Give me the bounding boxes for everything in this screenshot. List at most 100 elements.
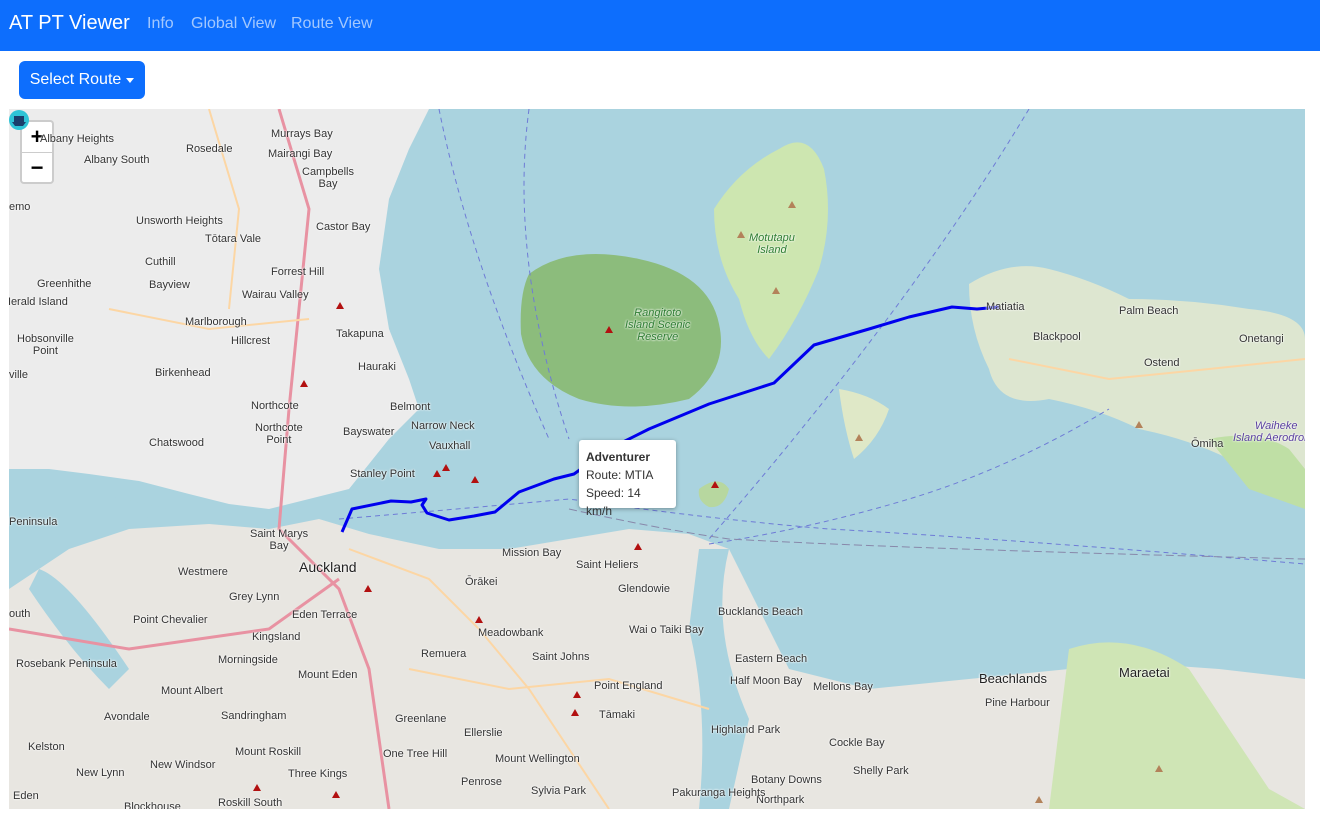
app-brand[interactable]: AT PT Viewer — [9, 12, 130, 35]
place-label: Avondale — [104, 711, 150, 723]
place-label: Murrays Bay — [271, 128, 333, 140]
place-label: Penrose — [461, 776, 502, 788]
place-label: Ōmiha — [1191, 438, 1224, 450]
place-label: Wairau Valley — [242, 289, 309, 301]
place-label: Tōtara Vale — [205, 233, 262, 245]
place-label: Forrest Hill — [271, 266, 325, 278]
place-label: Kelston — [28, 741, 65, 753]
place-label: Kingsland — [252, 631, 301, 643]
place-label: Birkenhead — [155, 367, 211, 379]
place-label: Glendowie — [618, 583, 670, 595]
nav-link-global-view[interactable]: Global View — [191, 15, 276, 33]
place-label: Rosebank Peninsula — [16, 658, 117, 670]
place-label: Narrow Neck — [411, 420, 475, 432]
place-label: Sandringham — [221, 710, 287, 722]
place-label: Botany Downs — [751, 774, 822, 786]
place-label: outh — [9, 608, 31, 620]
place-label: Mount Roskill — [235, 746, 302, 758]
place-label: Herald Island — [9, 296, 68, 308]
place-label: Blockhouse — [124, 801, 181, 809]
top-navbar: AT PT Viewer Info Global View Route View — [0, 0, 1320, 51]
place-label: New Lynn — [76, 767, 125, 779]
place-label: Mount Wellington — [495, 753, 580, 765]
place-label: Saint Heliers — [576, 559, 639, 571]
place-label: Bayswater — [343, 426, 395, 438]
place-label: Grey Lynn — [229, 591, 280, 603]
place-label: Beachlands — [979, 671, 1047, 686]
place-label: Rosedale — [186, 143, 233, 155]
place-label: Wai o Taiki Bay — [629, 624, 704, 636]
place-label: Ellerslie — [464, 727, 503, 739]
place-label: Saint Marys Bay — [250, 528, 309, 552]
place-label: Westmere — [178, 566, 228, 578]
place-label: Remuera — [421, 648, 467, 660]
place-label: Pakuranga Heights — [672, 787, 766, 799]
place-label: Belmont — [390, 401, 431, 413]
park-label: Rangitoto Island Scenic Reserve — [625, 307, 691, 343]
place-label: ville — [9, 369, 28, 381]
place-label: Chatswood — [149, 437, 205, 449]
place-label: Northcote — [251, 400, 299, 412]
place-label: Eden — [13, 790, 39, 802]
place-label: Mellons Bay — [813, 681, 873, 693]
place-label: Onetangi — [1239, 333, 1284, 345]
place-label: Cuthill — [145, 256, 176, 268]
select-route-label: Select Route — [29, 71, 122, 88]
place-label: Palm Beach — [1119, 305, 1179, 317]
vessel-speed: Speed: 14 km/h — [586, 486, 641, 518]
place-label: Vauxhall — [429, 440, 471, 452]
place-label: Eastern Beach — [735, 653, 808, 665]
place-label: Mount Albert — [161, 685, 223, 697]
place-label: Pine Harbour — [985, 697, 1050, 709]
place-label: Saint Johns — [532, 651, 590, 663]
zoom-out-button[interactable]: − — [22, 152, 52, 182]
place-label: Point England — [594, 680, 663, 692]
place-label: Half Moon Bay — [730, 675, 803, 687]
vessel-route: Route: MTIA — [586, 468, 654, 482]
place-label: Greenlane — [395, 713, 447, 725]
place-label: Ōrākei — [465, 576, 498, 588]
place-label: Northcote Point — [255, 422, 303, 446]
place-label: Hobsonville Point — [17, 333, 74, 357]
place-label: Mairangi Bay — [268, 148, 333, 160]
place-label: Marlborough — [185, 316, 247, 328]
place-label: Three Kings — [288, 768, 348, 780]
place-label: Hillcrest — [231, 335, 271, 347]
place-label: Blackpool — [1033, 331, 1081, 343]
place-label: Morningside — [218, 654, 278, 666]
map-view[interactable]: + − Auckland Mission Bay Saint Heliers G… — [9, 109, 1305, 809]
place-label: Albany South — [84, 154, 150, 166]
place-label: Peninsula — [9, 516, 58, 528]
nav-link-info[interactable]: Info — [147, 15, 174, 33]
place-label: Meadowbank — [478, 627, 544, 639]
place-label: Bayview — [149, 279, 190, 291]
select-route-dropdown[interactable]: Select Route — [19, 61, 145, 99]
place-label: Eden Terrace — [292, 609, 358, 621]
airport-label: Waiheke Island Aerodrome — [1233, 420, 1305, 444]
place-label: Campbells Bay — [302, 166, 354, 190]
place-label: New Windsor — [150, 759, 216, 771]
place-label: Unsworth Heights — [136, 215, 223, 227]
caret-down-icon — [126, 77, 135, 83]
place-label: Albany Heights — [40, 133, 114, 145]
place-label: emo — [9, 201, 31, 213]
place-label: Roskill South — [218, 797, 283, 809]
park-label: Motutapu Island — [749, 232, 795, 256]
place-label: Bucklands Beach — [718, 606, 803, 618]
place-label: Takapuna — [336, 328, 384, 340]
nav-link-route-view[interactable]: Route View — [291, 15, 373, 33]
place-label: Greenhithe — [37, 278, 92, 290]
place-label: One Tree Hill — [383, 748, 448, 760]
place-label: Maraetai — [1119, 665, 1170, 680]
place-label: Highland Park — [711, 724, 781, 736]
vessel-name: Adventurer — [586, 450, 651, 464]
place-label: Shelly Park — [853, 765, 909, 777]
place-label: Mission Bay — [502, 547, 562, 559]
place-label: Mount Eden — [298, 669, 358, 681]
place-label: Hauraki — [358, 361, 396, 373]
place-label: Auckland — [299, 559, 357, 575]
place-label: Sylvia Park — [531, 785, 587, 797]
ferry-icon[interactable] — [9, 109, 29, 131]
place-label: Point Chevalier — [133, 614, 208, 626]
place-label: Stanley Point — [350, 468, 415, 480]
